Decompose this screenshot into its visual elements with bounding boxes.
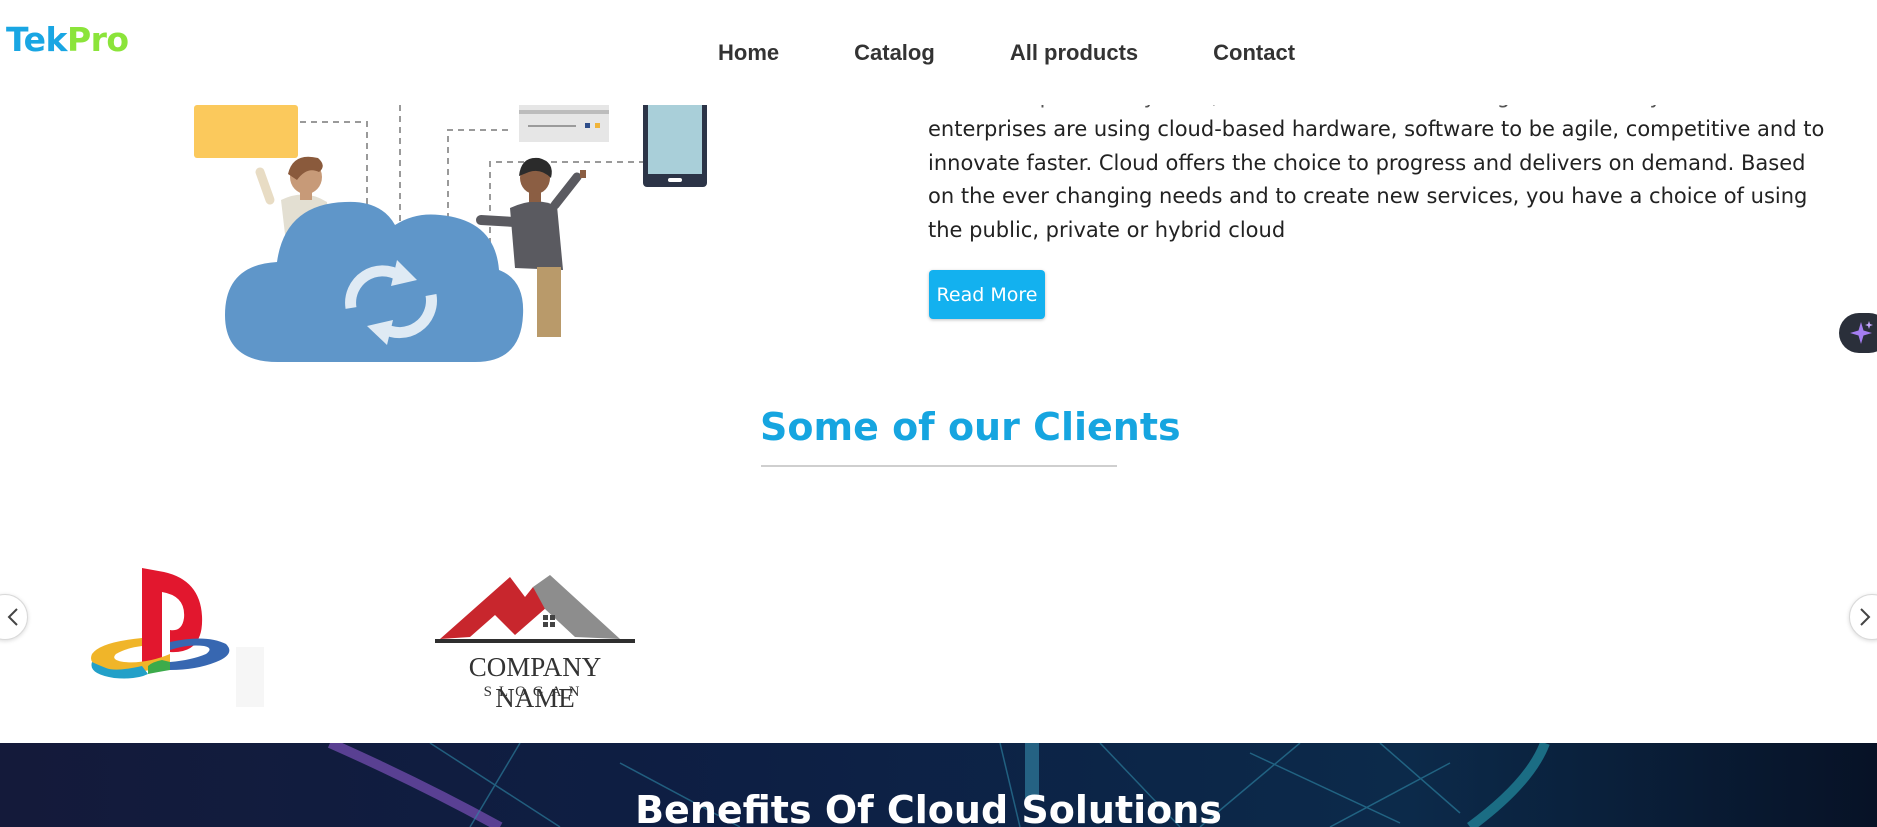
ai-assistant-button[interactable]	[1839, 313, 1877, 353]
read-more-button[interactable]: Read More	[929, 270, 1045, 319]
main-nav: Home Catalog All products Contact	[718, 40, 1370, 66]
carousel-next-button[interactable]	[1849, 594, 1877, 640]
site-header: TekPro Home Catalog All products Contact	[0, 0, 1877, 105]
hero-description: …………… p…… ……y …… , …………… ……… …… ……g ……………	[928, 80, 1828, 247]
house-roof-icon	[435, 575, 635, 643]
carousel-prev-button[interactable]	[0, 594, 28, 640]
brand-logo[interactable]: TekPro	[6, 20, 129, 59]
brand-logo-part1: Tek	[6, 20, 67, 59]
company-logo[interactable]: COMPANY NAME SLOGAN	[435, 567, 635, 713]
clients-section-title: Some of our Clients	[760, 405, 1181, 449]
brand-logo-part2: Pro	[66, 20, 129, 59]
company-logo-name: COMPANY NAME	[468, 652, 602, 713]
chevron-left-icon	[7, 608, 18, 626]
clients-title-underline	[761, 465, 1117, 467]
playstation-logo[interactable]	[86, 562, 266, 712]
nav-item-contact[interactable]: Contact	[1213, 40, 1295, 66]
cloud-illustration	[194, 100, 707, 362]
nav-item-home[interactable]: Home	[718, 40, 779, 66]
nav-item-catalog[interactable]: Catalog	[854, 40, 935, 66]
sparkle-icon	[1850, 321, 1873, 344]
chevron-right-icon	[1860, 608, 1871, 626]
nav-item-all-products[interactable]: All products	[1010, 40, 1138, 66]
company-logo-slogan: SLOGAN	[483, 684, 587, 700]
benefits-banner: Benefits Of Cloud Solutions	[0, 743, 1877, 827]
benefits-title: Benefits Of Cloud Solutions	[635, 788, 1222, 827]
hero-paragraph: enterprises are using cloud-based hardwa…	[928, 117, 1825, 242]
